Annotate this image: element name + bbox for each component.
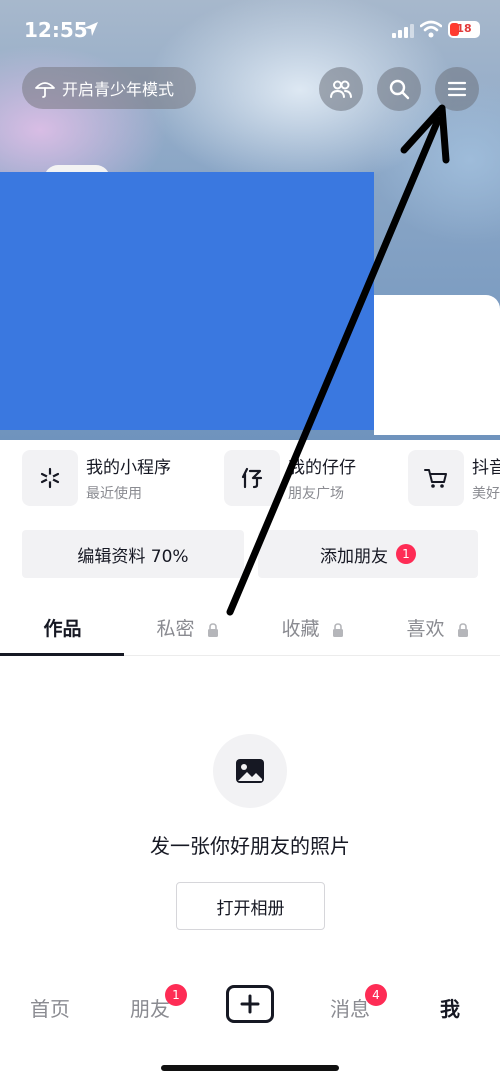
friends-badge: 1 [165, 984, 187, 1006]
mini-item-subtitle: 美好 [472, 486, 500, 502]
mini-item-my-mini-programs[interactable]: 我的小程序 最近使用 [22, 448, 171, 508]
tab-private[interactable]: 私密 [125, 614, 250, 641]
empty-state-title: 发一张你好朋友的照片 [150, 834, 350, 858]
mini-item-my-zaizai[interactable]: 我的仔仔 朋友广场 [224, 448, 356, 508]
friends-button[interactable] [319, 67, 363, 111]
lock-icon [207, 622, 218, 637]
nav-label: 我 [440, 997, 460, 1021]
tab-label: 喜欢 [406, 618, 445, 640]
mini-item-title: 我的仔仔 [288, 458, 356, 478]
lock-icon [332, 622, 343, 637]
teen-mode-label: 开启青少年模式 [62, 80, 175, 99]
status-bar: 12:55 18 [0, 0, 500, 60]
mini-item-subtitle: 朋友广场 [288, 486, 344, 502]
mini-item-subtitle: 最近使用 [86, 486, 142, 502]
profile-card-corner [374, 295, 500, 435]
messages-badge: 4 [365, 984, 387, 1006]
cart-icon [408, 450, 464, 506]
battery-icon: 18 [448, 21, 480, 38]
people-icon [330, 80, 352, 98]
tab-label: 私密 [156, 618, 195, 640]
image-icon [236, 759, 264, 783]
plus-icon [240, 994, 260, 1014]
mini-program-icon [22, 450, 78, 506]
create-button[interactable] [226, 985, 274, 1023]
nav-me[interactable]: 我 [400, 993, 500, 1022]
status-time: 12:55 [24, 18, 88, 42]
edit-profile-button[interactable]: 编辑资料 70% [22, 530, 244, 578]
signal-icon [392, 24, 414, 38]
mini-item-title: 我的小程序 [86, 458, 171, 478]
search-icon [389, 79, 410, 100]
profile-tabs: 作品 私密 收藏 喜欢 [0, 604, 500, 656]
nav-label: 朋友 [130, 997, 170, 1021]
tab-works[interactable]: 作品 [0, 614, 125, 641]
photo-placeholder [213, 734, 287, 808]
teen-mode-button[interactable]: 开启青少年模式 [22, 67, 196, 109]
add-friend-label: 添加朋友 [320, 546, 388, 567]
add-friend-badge: 1 [396, 544, 416, 564]
nav-label: 首页 [30, 997, 70, 1021]
umbrella-icon [35, 82, 55, 98]
open-album-label: 打开相册 [216, 898, 285, 919]
active-tab-indicator [0, 653, 124, 656]
tab-label: 收藏 [281, 618, 320, 640]
battery-level: 18 [456, 22, 472, 35]
edit-profile-label: 编辑资料 70% [77, 546, 189, 567]
search-button[interactable] [377, 67, 421, 111]
nav-home[interactable]: 首页 [0, 993, 100, 1022]
tab-label: 作品 [43, 618, 82, 640]
tab-likes[interactable]: 喜欢 [375, 614, 500, 641]
nav-label: 消息 [330, 997, 370, 1021]
menu-button[interactable] [435, 67, 479, 111]
wifi-icon [420, 20, 442, 38]
mini-item-title: 抖音 [472, 458, 500, 478]
zaizai-icon [224, 450, 280, 506]
location-arrow-icon [84, 22, 98, 36]
home-indicator [161, 1065, 339, 1071]
redacted-profile-area [0, 172, 374, 430]
lock-icon [457, 622, 468, 637]
mini-item-shop[interactable]: 抖音 美好 [408, 448, 500, 508]
tab-favorites[interactable]: 收藏 [250, 614, 375, 641]
open-album-button[interactable]: 打开相册 [176, 882, 325, 930]
mini-program-row: 我的小程序 最近使用 我的仔仔 朋友广场 抖音 美好 [0, 448, 500, 514]
add-friend-button[interactable]: 添加朋友 1 [258, 530, 478, 578]
menu-icon [447, 81, 467, 97]
